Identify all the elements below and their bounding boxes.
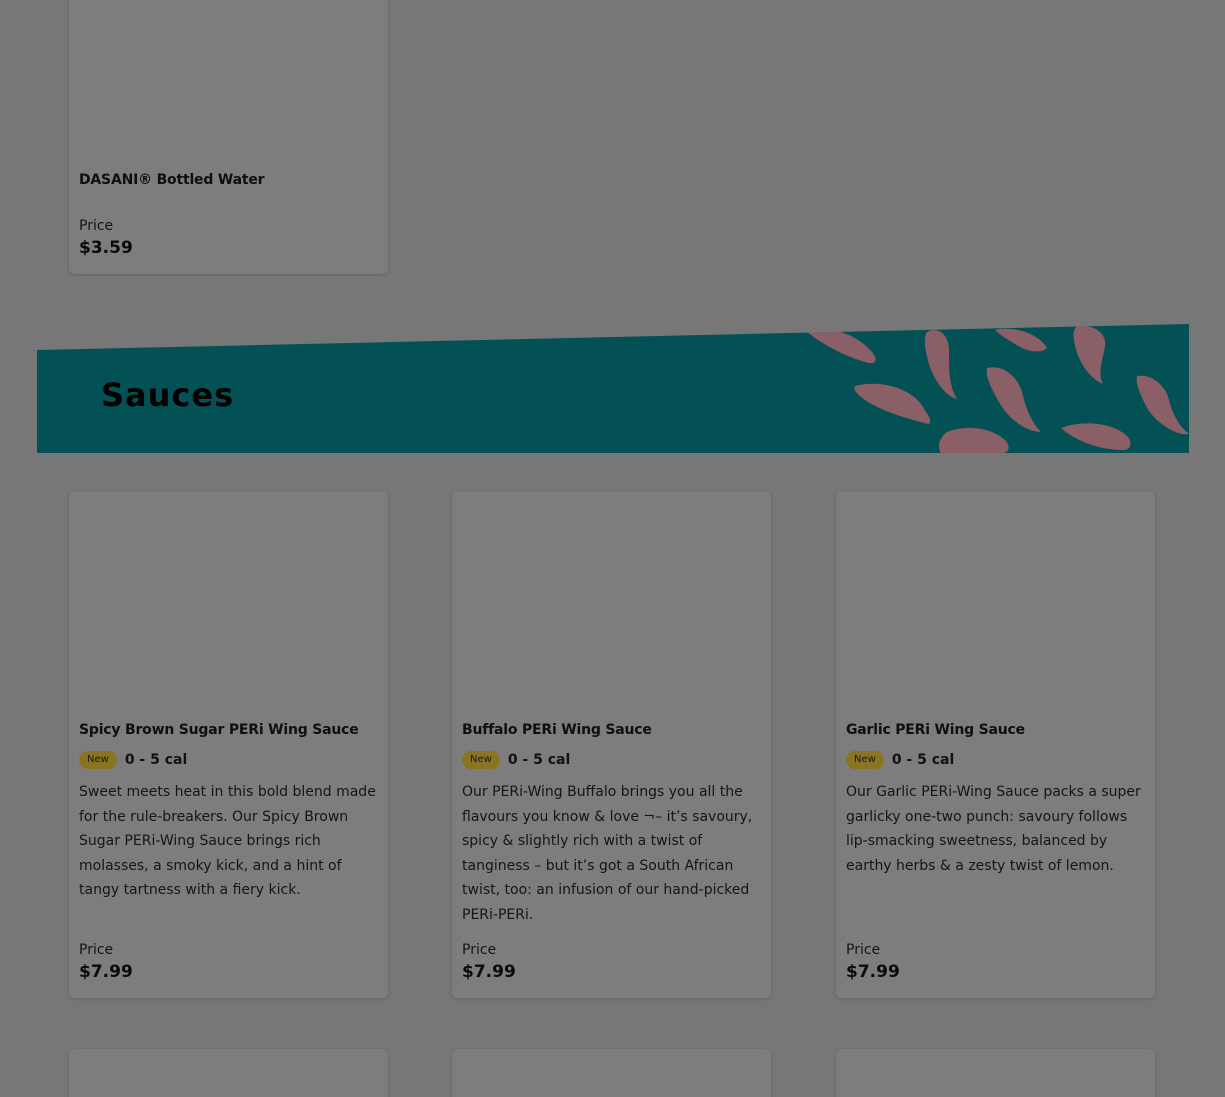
price-label: Price (79, 218, 114, 234)
menu-item-meta: New 0 - 5 cal (462, 750, 761, 770)
new-badge: New (462, 751, 500, 769)
menu-item-description: Our PERi-Wing Buffalo brings you all the… (462, 784, 753, 923)
menu-item-description: Sweet meets heat in this bold blend made… (79, 784, 376, 898)
menu-item-title: Garlic PERi Wing Sauce (846, 722, 1025, 738)
menu-item-title: DASANI® Bottled Water (79, 172, 265, 188)
price-label: Price (79, 942, 114, 958)
calories-text: 0 - 5 cal (124, 752, 188, 768)
new-badge: New (79, 751, 117, 769)
menu-page: DASANI® Bottled Water Price $3.59 Sauces… (0, 0, 1225, 1097)
menu-item-description: Our Garlic PERi-Wing Sauce packs a super… (846, 784, 1141, 874)
menu-item-meta: New 0 - 5 cal (79, 750, 378, 770)
menu-item-title: Buffalo PERi Wing Sauce (462, 722, 652, 738)
new-badge: New (846, 751, 884, 769)
menu-item-card-dasani[interactable]: DASANI® Bottled Water Price $3.59 (69, 0, 388, 274)
menu-item-card-buffalo[interactable]: Buffalo PERi Wing Sauce New 0 - 5 cal Ou… (452, 492, 771, 998)
price-label: Price (462, 942, 497, 958)
menu-item-card[interactable] (836, 1049, 1155, 1097)
menu-item-meta: New 0 - 5 cal (846, 750, 1145, 770)
menu-item-card-spicy-brown-sugar[interactable]: Spicy Brown Sugar PERi Wing Sauce New 0 … (69, 492, 388, 998)
price-label: Price (846, 942, 881, 958)
menu-item-title: Spicy Brown Sugar PERi Wing Sauce (79, 722, 359, 738)
price-value: $7.99 (462, 962, 516, 982)
section-title: Sauces (101, 376, 235, 414)
price-value: $3.59 (79, 238, 133, 258)
price-value: $7.99 (846, 962, 900, 982)
sauces-section-banner: Sauces (37, 324, 1189, 453)
calories-text: 0 - 5 cal (507, 752, 571, 768)
menu-item-card[interactable] (69, 1049, 388, 1097)
menu-item-card-garlic[interactable]: Garlic PERi Wing Sauce New 0 - 5 cal Our… (836, 492, 1155, 998)
price-value: $7.99 (79, 962, 133, 982)
menu-item-card[interactable] (452, 1049, 771, 1097)
calories-text: 0 - 5 cal (891, 752, 955, 768)
